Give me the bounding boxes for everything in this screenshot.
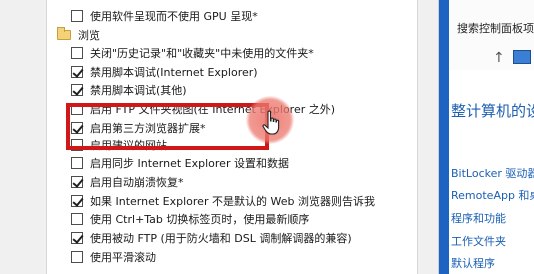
link-bitlocker[interactable]: BitLocker 驱动器	[451, 165, 534, 181]
checkbox-default-browser-notify[interactable]	[71, 195, 83, 207]
window-edge	[439, 0, 449, 274]
list-item-label: 启用同步 Internet Explorer 设置和数据	[90, 157, 289, 170]
list-item-label: 禁用脚本调试(Internet Explorer)	[90, 66, 258, 79]
list-item-label: 使用平滑滚动	[90, 251, 156, 264]
annotation-highlight-box	[66, 103, 269, 150]
list-item-label: 关闭"历史记录"和"收藏夹"中未使用的文件夹*	[90, 47, 314, 60]
hand-cursor-icon	[262, 110, 280, 135]
list-item-label: 使用软件呈现而不使用 GPU 呈现*	[90, 10, 258, 23]
checkbox-enable-crash-recovery[interactable]	[71, 176, 83, 188]
checkbox-close-unused-folders[interactable]	[71, 47, 83, 59]
checkbox-ctrl-tab-order[interactable]	[71, 213, 83, 225]
link-default-programs[interactable]: 默认程序	[451, 255, 495, 271]
list-item-disable-script-debug-ie[interactable]: 禁用脚本调试(Internet Explorer)	[71, 62, 417, 82]
list-item-label: 使用 Ctrl+Tab 切换标签页时，使用最新顺序	[90, 213, 310, 226]
list-item-ctrl-tab-order[interactable]: 使用 Ctrl+Tab 切换标签页时，使用最新顺序	[71, 209, 417, 229]
group-browsing: 浏览	[57, 25, 409, 45]
search-input[interactable]: 搜索控制面板项	[457, 20, 534, 36]
list-item-software-rendering[interactable]: 使用软件呈现而不使用 GPU 呈现*	[71, 6, 417, 26]
list-item-disable-script-debug-other[interactable]: 禁用脚本调试(其他)	[71, 80, 417, 100]
checkbox-disable-script-debug-ie[interactable]	[71, 66, 83, 78]
list-item-label: 启用自动崩溃恢复*	[90, 176, 184, 189]
list-item-enable-sync[interactable]: 启用同步 Internet Explorer 设置和数据	[71, 153, 417, 173]
advanced-options-dialog: 使用软件呈现而不使用 GPU 呈现* 浏览 关闭"历史记录"和"收藏夹"中未使用…	[0, 0, 438, 274]
page-heading: 整计算机的设	[451, 102, 534, 120]
view-icon[interactable]	[513, 50, 531, 64]
checkbox-disable-script-debug-other[interactable]	[71, 84, 83, 96]
checkbox-smooth-scrolling[interactable]	[71, 251, 83, 263]
list-item-smooth-scrolling[interactable]: 使用平滑滚动	[71, 247, 417, 267]
control-panel-window: 搜索控制面板项 ↑ 整计算机的设 BitLocker 驱动器 RemoteApp…	[438, 0, 534, 274]
link-remoteapp[interactable]: RemoteApp 和桌	[451, 187, 534, 203]
list-item-passive-ftp[interactable]: 使用被动 FTP (用于防火墙和 DSL 调制解调器的兼容)	[71, 228, 417, 248]
list-item-default-browser-notify[interactable]: 如果 Internet Explorer 不是默认的 Web 浏览器则告诉我	[71, 191, 417, 211]
list-item-label: 禁用脚本调试(其他)	[90, 84, 187, 97]
checkbox-software-rendering[interactable]	[71, 10, 83, 22]
link-programs-features[interactable]: 程序和功能	[451, 210, 506, 226]
up-arrow-icon[interactable]: ↑	[493, 50, 505, 66]
checkbox-passive-ftp[interactable]	[71, 232, 83, 244]
link-work-folders[interactable]: 工作文件夹	[451, 233, 506, 249]
list-item-label: 如果 Internet Explorer 不是默认的 Web 浏览器则告诉我	[90, 195, 375, 208]
folder-icon	[57, 27, 71, 40]
checkbox-enable-sync[interactable]	[71, 157, 83, 169]
list-item-close-unused-folders[interactable]: 关闭"历史记录"和"收藏夹"中未使用的文件夹*	[71, 43, 417, 63]
list-item-label: 使用被动 FTP (用于防火墙和 DSL 调制解调器的兼容)	[90, 232, 352, 245]
group-label: 浏览	[78, 29, 100, 42]
list-item-enable-crash-recovery[interactable]: 启用自动崩溃恢复*	[71, 172, 417, 192]
